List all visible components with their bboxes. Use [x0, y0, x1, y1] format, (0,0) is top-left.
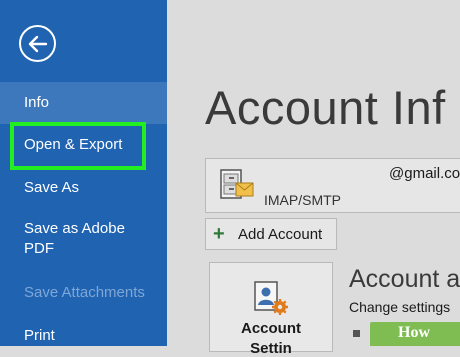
- backstage-sidebar: Info Open & Export Save As Save as Adobe…: [0, 0, 167, 346]
- plus-icon: +: [213, 223, 225, 245]
- account-settings-icon: [254, 281, 288, 315]
- watermark-badge: How: [370, 322, 460, 346]
- account-selector[interactable]: @gmail.co IMAP/SMTP: [205, 158, 460, 213]
- sidebar-item-print[interactable]: Print: [0, 326, 167, 346]
- main-panel: Account Inf @gmail.co IMAP/SMTP + Add Ac…: [167, 0, 460, 357]
- sidebar-item-label: Info: [24, 94, 50, 111]
- sidebar-item-label: Print: [24, 327, 55, 344]
- sidebar-item-save-attachments: Save Attachments: [0, 283, 167, 303]
- bullet-icon: [353, 330, 360, 337]
- section-description: Change settings: [349, 299, 451, 315]
- watermark-text: How: [398, 324, 430, 341]
- sidebar-item-label: Save Attachments: [24, 284, 145, 301]
- arrow-left-icon: [28, 35, 48, 53]
- sidebar-item-save-as-adobe-pdf[interactable]: Save as Adobe PDF: [0, 219, 140, 259]
- account-type: IMAP/SMTP: [264, 192, 342, 208]
- sidebar-item-label: Save as Adobe PDF: [24, 220, 125, 257]
- add-account-label: Add Account: [238, 226, 323, 243]
- account-settings-label: Account: [241, 320, 301, 337]
- sidebar-item-save-as[interactable]: Save As: [0, 178, 167, 198]
- account-email: @gmail.co: [389, 165, 460, 182]
- sidebar-item-label: Save As: [24, 179, 80, 196]
- mail-account-icon: [220, 169, 254, 199]
- back-button[interactable]: [19, 25, 56, 62]
- account-settings-button[interactable]: Account Settin: [209, 262, 333, 357]
- account-settings-label-2: Settin: [250, 340, 292, 357]
- highlight-box: [10, 122, 146, 170]
- sidebar-item-info[interactable]: Info: [0, 82, 167, 124]
- page-title: Account Inf: [205, 81, 446, 134]
- add-account-button[interactable]: + Add Account: [205, 218, 337, 250]
- section-heading: Account a: [349, 265, 460, 293]
